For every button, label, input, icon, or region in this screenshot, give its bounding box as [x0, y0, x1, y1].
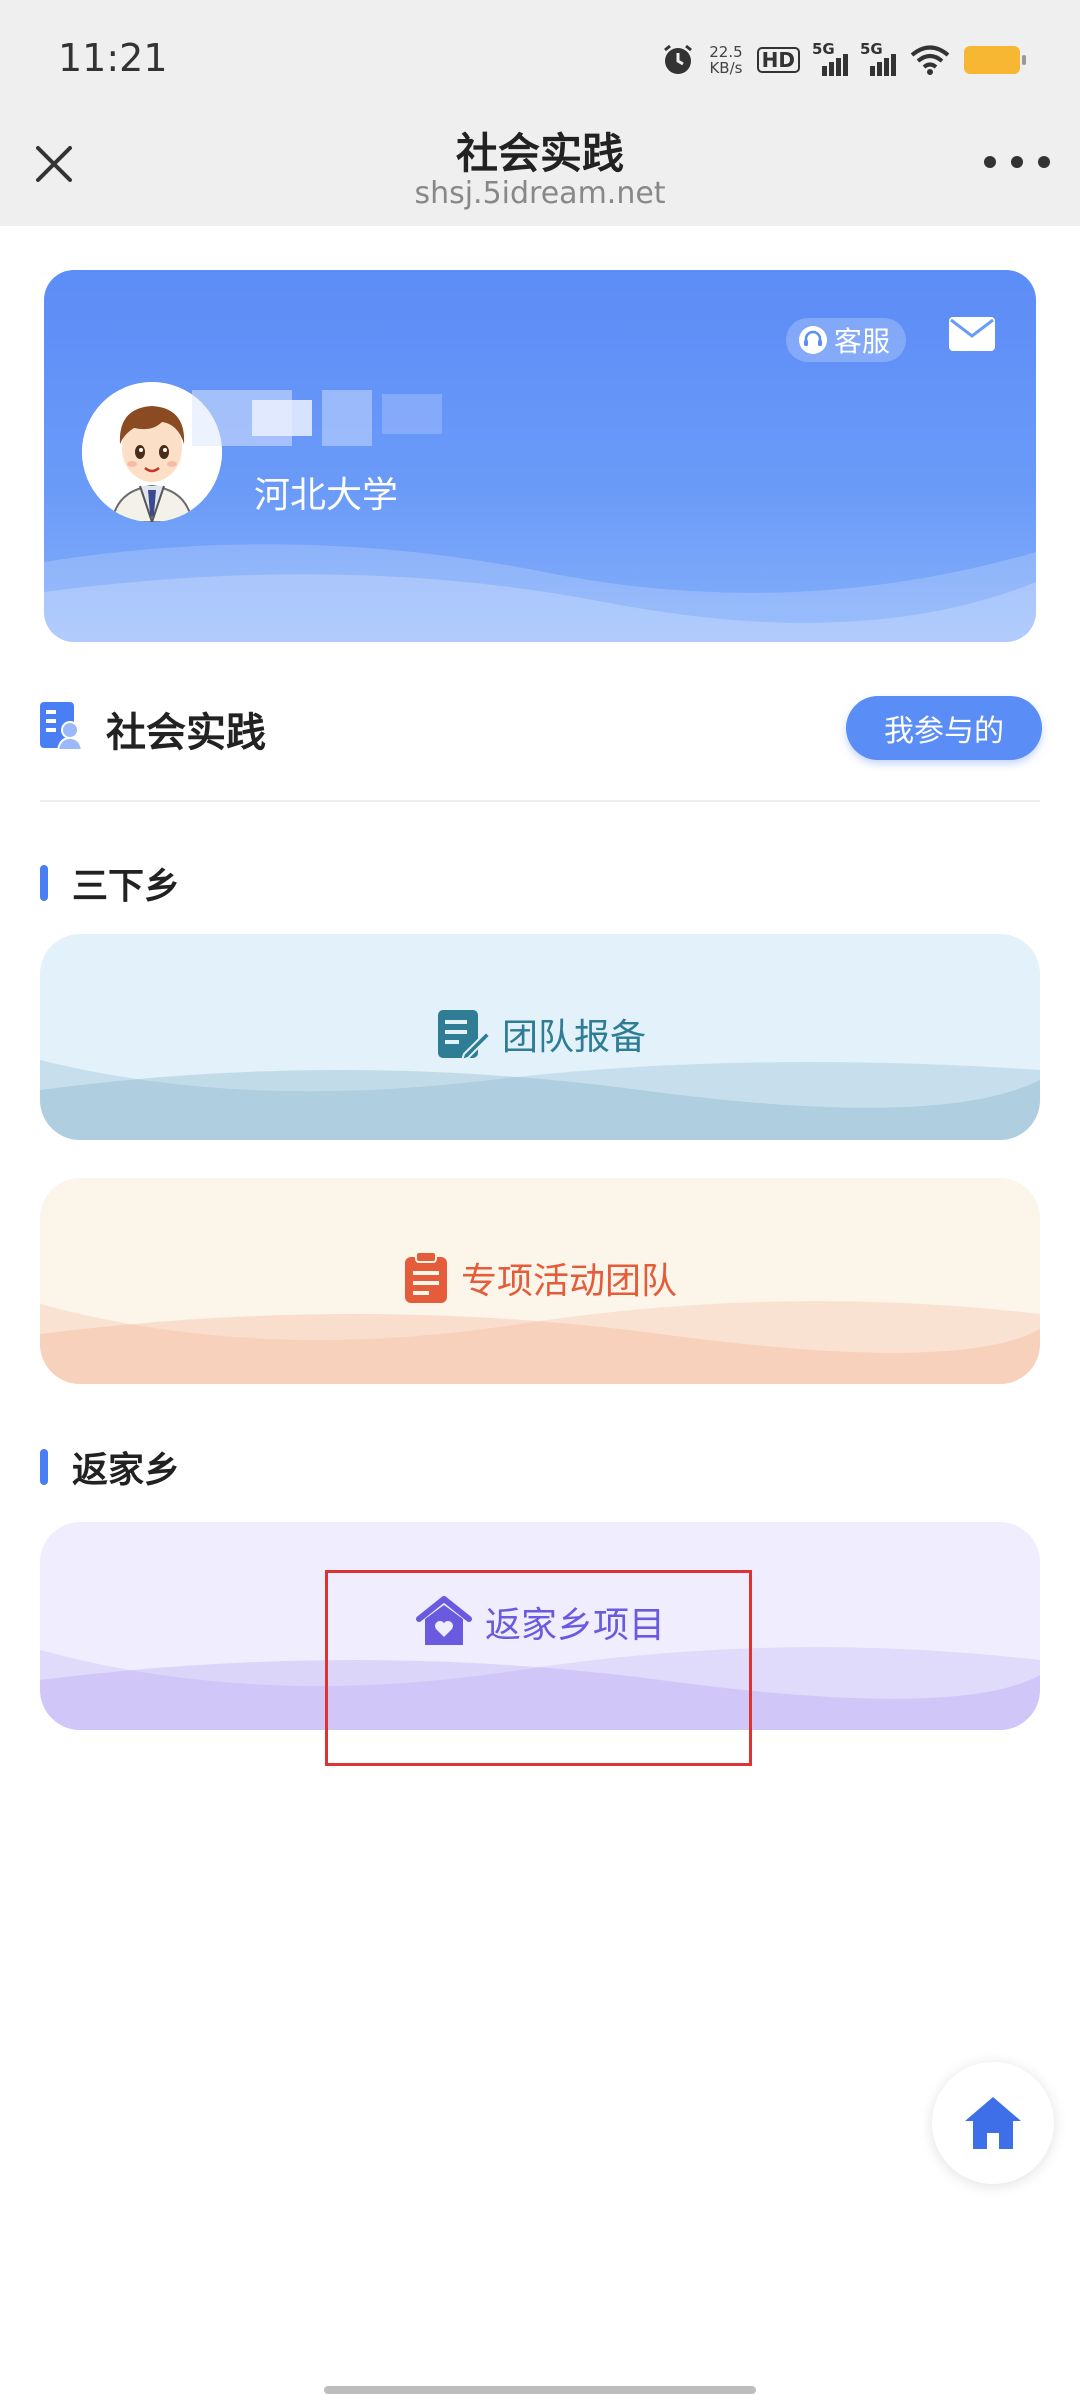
status-time: 11:21: [58, 36, 168, 80]
special-activity-content: 专项活动团队: [40, 1248, 1040, 1308]
school-name: 河北大学: [254, 475, 399, 516]
network-speed-value: 22.5: [709, 43, 743, 61]
customer-service-button[interactable]: 客服: [786, 318, 907, 362]
more-icon[interactable]: [984, 142, 1050, 182]
headset-icon: [799, 326, 827, 354]
document-person-icon: [40, 702, 84, 750]
signal-icon-2: 5G: [860, 40, 896, 76]
nav-bar: 社会实践 shsj.5idream.net: [0, 120, 1080, 226]
clipboard-icon: [404, 1251, 447, 1303]
status-bar: 11:21 22.5 KB/s HD 5G 5G: [0, 0, 1080, 120]
signal-icon: 5G: [812, 40, 848, 76]
group-header-sanxiaxiang: 三下乡: [40, 858, 180, 908]
profile-card: 客服 河北大学: [44, 270, 1036, 642]
team-report-content: 团队报备: [40, 1004, 1040, 1064]
section-divider: [40, 800, 1040, 802]
network-speed: 22.5 KB/s: [709, 44, 742, 76]
special-activity-team-card[interactable]: 专项活动团队: [40, 1178, 1040, 1384]
user-name-redacted: [192, 390, 442, 446]
highlight-box: [325, 1570, 752, 1766]
wifi-icon: [910, 45, 950, 75]
status-icons: 22.5 KB/s HD 5G 5G: [661, 38, 1026, 82]
signal-label-2: 5G: [860, 40, 883, 58]
edit-note-icon: [437, 1010, 490, 1062]
alarm-icon: [664, 44, 693, 74]
section-title: 社会实践: [106, 710, 266, 756]
home-fab-button[interactable]: [932, 2062, 1054, 2184]
group-title: 三下乡: [72, 866, 181, 907]
team-report-card[interactable]: 团队报备: [40, 934, 1040, 1140]
battery-icon: [964, 46, 1026, 74]
signal-label: 5G: [812, 40, 835, 58]
page-url: shsj.5idream.net: [414, 176, 666, 211]
hd-icon: HD: [756, 47, 800, 73]
group-header-fanjiaxiang: 返家乡: [40, 1442, 180, 1492]
group-title: 返家乡: [72, 1450, 181, 1491]
profile-wave-decoration: [44, 544, 1036, 642]
my-participation-button[interactable]: 我参与的: [846, 696, 1042, 760]
section-header: 社会实践 我参与的: [40, 690, 1042, 760]
home-icon: [965, 2097, 1021, 2149]
page-title: 社会实践: [455, 129, 624, 178]
group-accent-bar: [40, 1449, 48, 1485]
customer-service-label: 客服: [834, 325, 891, 358]
group-accent-bar: [40, 865, 48, 901]
special-activity-label: 专项活动团队: [460, 1261, 677, 1302]
gesture-bar[interactable]: [324, 2386, 756, 2394]
mail-icon[interactable]: [948, 316, 996, 352]
network-speed-unit: KB/s: [709, 59, 743, 77]
team-report-label: 团队报备: [501, 1017, 646, 1058]
